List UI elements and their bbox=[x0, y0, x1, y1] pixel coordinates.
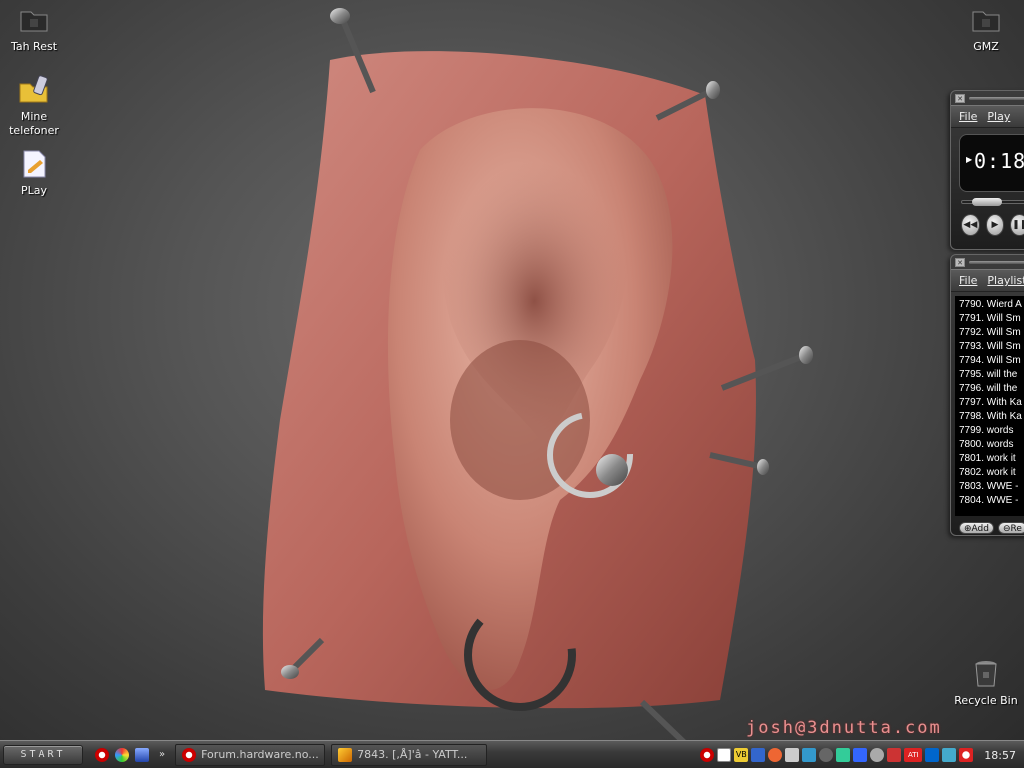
playlist-file-icon bbox=[23, 150, 46, 178]
firefox-icon[interactable] bbox=[768, 748, 783, 762]
desktop-icon-label: Mine telefoner bbox=[9, 110, 59, 137]
recycle-bin-icon bbox=[975, 661, 997, 687]
winamp-system-menu-button[interactable]: ✕ bbox=[955, 93, 965, 103]
desktop-icon-label: Recycle Bin bbox=[954, 694, 1018, 707]
ati-icon[interactable]: ATI bbox=[904, 748, 923, 762]
messenger-icon[interactable] bbox=[135, 747, 149, 762]
desktop-icon-mine-telefoner[interactable]: Mine telefoner bbox=[0, 74, 70, 138]
winamp-menu-file[interactable]: File bbox=[959, 110, 977, 123]
user-icon[interactable] bbox=[819, 748, 834, 762]
playlist-item[interactable]: 7794. Will Sm bbox=[959, 354, 1024, 368]
winamp-seek-knob[interactable] bbox=[972, 198, 1002, 206]
pause-icon[interactable]: ❚❚ bbox=[1010, 214, 1024, 236]
volume-icon[interactable] bbox=[802, 748, 817, 762]
playlist-item[interactable]: 7798. With Ka bbox=[959, 410, 1024, 424]
taskbar-task-forum[interactable]: Forum.hardware.no... bbox=[175, 743, 326, 766]
winamp-time: 0:18 bbox=[974, 149, 1024, 173]
play-icon[interactable]: ▶ bbox=[985, 214, 1005, 236]
winamp-playlist-footer: ⊕Add ⊖Re bbox=[959, 522, 1024, 534]
playlist-item[interactable]: 7800. words bbox=[959, 438, 1024, 452]
winamp-time-display: ▶ 0:18 bbox=[959, 134, 1024, 192]
winamp-icon bbox=[338, 747, 353, 762]
desktop-icon-label: GMZ bbox=[973, 40, 999, 53]
system-tray: VB ATI 18:57 bbox=[700, 743, 1024, 767]
wallpaper-ear-artwork bbox=[262, 8, 813, 740]
desktop-icon-label: Tah Rest bbox=[10, 40, 58, 53]
playlist-item[interactable]: 7791. Will Sm bbox=[959, 312, 1024, 326]
winamp-menu-play[interactable]: Play bbox=[987, 110, 1010, 123]
wallpaper-signature: josh@3dnutta.com bbox=[746, 718, 942, 738]
winamp-title-grip bbox=[969, 96, 1024, 100]
winamp-playlist-grip bbox=[969, 260, 1024, 264]
playlist-remove-button[interactable]: ⊖Re bbox=[997, 522, 1024, 534]
winamp-playlist-list[interactable]: 7790. Wierd A 7791. Will Sm 7792. Will S… bbox=[955, 296, 1024, 516]
playlist-item[interactable]: 7792. Will Sm bbox=[959, 326, 1024, 340]
start-button[interactable]: START bbox=[3, 744, 83, 765]
winamp-playlist-menu-file[interactable]: File bbox=[959, 274, 977, 287]
winamp-menu-bar: File Play bbox=[951, 105, 1024, 128]
playlist-item[interactable]: 7799. words bbox=[959, 424, 1024, 438]
windows-media-icon[interactable] bbox=[115, 747, 129, 762]
opera-icon[interactable] bbox=[95, 747, 109, 762]
desktop-icon-label: PLay bbox=[20, 184, 47, 197]
playlist-item[interactable]: 7795. will the bbox=[959, 368, 1024, 382]
sync-icon[interactable] bbox=[942, 748, 957, 762]
desktop-icon-play[interactable]: PLay bbox=[0, 148, 70, 198]
clock[interactable]: 18:57 bbox=[984, 749, 1016, 762]
playlist-item[interactable]: 7793. Will Sm bbox=[959, 340, 1024, 354]
winamp-seek-bar[interactable] bbox=[961, 198, 1024, 206]
winamp-playlist-menu-playlist[interactable]: Playlist bbox=[987, 274, 1024, 287]
opera-icon[interactable] bbox=[700, 748, 715, 762]
desktop-icon-recycle-bin[interactable]: Recycle Bin bbox=[950, 658, 1022, 708]
winamp-titlebar[interactable]: ✕ bbox=[951, 91, 1024, 105]
winamp-playlist-system-button[interactable]: ✕ bbox=[955, 257, 965, 267]
taskbar-task-label: Forum.hardware.no... bbox=[201, 748, 319, 761]
taskbar: START » Forum.hardware.no... 7843. [,Å]'… bbox=[0, 740, 1024, 768]
playlist-item[interactable]: 7802. work it bbox=[959, 466, 1024, 480]
security-icon[interactable] bbox=[836, 748, 851, 762]
vb-icon[interactable]: VB bbox=[734, 748, 749, 762]
keyboard-icon[interactable] bbox=[785, 748, 800, 762]
playlist-item[interactable]: 7803. WWE - bbox=[959, 480, 1024, 494]
play-indicator-icon: ▶ bbox=[966, 155, 973, 164]
playlist-add-label: Add bbox=[971, 524, 989, 534]
playlist-item[interactable]: 7790. Wierd A bbox=[959, 298, 1024, 312]
winamp-main-window[interactable]: ✕ File Play ▶ 0:18 ◀◀ ▶ ❚❚ bbox=[950, 90, 1024, 250]
playlist-add-button[interactable]: ⊕Add bbox=[959, 522, 994, 534]
folder-icon bbox=[20, 11, 48, 32]
folder-phone-icon bbox=[19, 75, 48, 103]
playlist-item[interactable]: 7797. With Ka bbox=[959, 396, 1024, 410]
winamp-playlist-titlebar[interactable]: ✕ bbox=[951, 255, 1024, 269]
taskbar-task-label: 7843. [,Å]'â - YATT... bbox=[357, 748, 468, 761]
playlist-item[interactable]: 7796. will the bbox=[959, 382, 1024, 396]
winamp-transport: ◀◀ ▶ ❚❚ bbox=[961, 214, 1024, 236]
display-icon[interactable] bbox=[925, 748, 940, 762]
playlist-item[interactable]: 7804. WWE - bbox=[959, 494, 1024, 508]
winamp-playlist-menu-bar: File Playlist bbox=[951, 269, 1024, 292]
norton-icon[interactable] bbox=[717, 748, 732, 762]
media-icon[interactable] bbox=[853, 748, 868, 762]
flash-icon[interactable] bbox=[887, 748, 902, 762]
winamp-playlist-window[interactable]: ✕ File Playlist 7790. Wierd A 7791. Will… bbox=[950, 254, 1024, 536]
playlist-remove-label: Re bbox=[1010, 524, 1022, 534]
antivirus-icon[interactable] bbox=[959, 748, 974, 762]
speaker-icon[interactable] bbox=[870, 748, 885, 762]
desktop-icon-tah-rest[interactable]: Tah Rest bbox=[0, 4, 70, 54]
chevron-right-icon[interactable]: » bbox=[159, 749, 165, 760]
quick-launch-bar: » bbox=[95, 747, 165, 762]
previous-icon[interactable]: ◀◀ bbox=[961, 214, 980, 236]
desktop-icon-gmz[interactable]: GMZ bbox=[950, 4, 1022, 54]
network-icon[interactable] bbox=[751, 748, 766, 762]
playlist-item[interactable]: 7801. work it bbox=[959, 452, 1024, 466]
taskbar-task-winamp[interactable]: 7843. [,Å]'â - YATT... bbox=[331, 743, 488, 766]
folder-icon bbox=[972, 11, 1000, 32]
opera-icon bbox=[182, 747, 197, 762]
